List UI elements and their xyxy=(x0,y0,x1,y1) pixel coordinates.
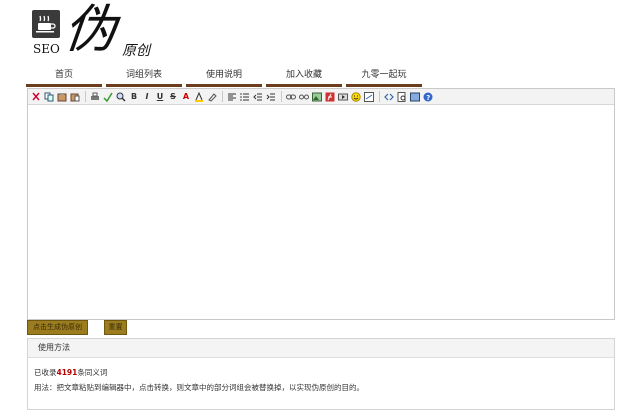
main-nav: 首页 词组列表 使用说明 加入收藏 九零一起玩 xyxy=(26,67,426,87)
special-char-icon[interactable] xyxy=(363,91,375,103)
unlink-icon[interactable] xyxy=(298,91,310,103)
preview-icon[interactable] xyxy=(396,91,408,103)
underline-icon[interactable]: U xyxy=(154,91,166,103)
nav-901-play[interactable]: 九零一起玩 xyxy=(346,67,422,87)
strike-icon[interactable]: S xyxy=(167,91,179,103)
synonym-count-suffix: 条同义词 xyxy=(77,368,108,377)
find-replace-icon[interactable] xyxy=(115,91,127,103)
editor-text-area[interactable] xyxy=(28,105,614,319)
synonym-count-prefix: 已收录 xyxy=(34,368,57,377)
paste-text-icon[interactable] xyxy=(69,91,81,103)
bg-color-icon[interactable] xyxy=(193,91,205,103)
media-icon[interactable] xyxy=(337,91,349,103)
cut-icon[interactable] xyxy=(30,91,42,103)
generate-button[interactable]: 点击生成伪原创 xyxy=(27,320,88,335)
spellcheck-icon[interactable] xyxy=(102,91,114,103)
usage-panel: 使用方法 已收录4191条同义词 用法：把文章粘贴到编辑器中，点击转换，则文章中… xyxy=(27,338,615,410)
nav-phrase-list[interactable]: 词组列表 xyxy=(106,67,182,87)
font-color-icon[interactable]: A xyxy=(180,91,192,103)
nav-home[interactable]: 首页 xyxy=(26,67,102,87)
site-logo[interactable]: SEO 伪 原创 xyxy=(30,0,160,63)
toolbar-separator xyxy=(85,91,86,102)
paste-icon[interactable] xyxy=(56,91,68,103)
italic-icon[interactable]: I xyxy=(141,91,153,103)
reset-button[interactable]: 重置 xyxy=(104,320,127,335)
toolbar-separator xyxy=(222,91,223,102)
flash-icon[interactable] xyxy=(324,91,336,103)
editor-toolbar: B I U S A ? xyxy=(28,89,614,105)
fullscreen-icon[interactable] xyxy=(409,91,421,103)
link-icon[interactable] xyxy=(285,91,297,103)
toolbar-separator xyxy=(281,91,282,102)
nav-add-favorite[interactable]: 加入收藏 xyxy=(266,67,342,87)
source-icon[interactable] xyxy=(383,91,395,103)
rich-text-editor: B I U S A ? xyxy=(27,88,615,320)
emoticon-icon[interactable] xyxy=(350,91,362,103)
remove-format-icon[interactable] xyxy=(206,91,218,103)
synonym-count-value: 4191 xyxy=(56,368,78,377)
bold-icon[interactable]: B xyxy=(128,91,140,103)
help-icon[interactable]: ? xyxy=(422,91,434,103)
toolbar-separator xyxy=(379,91,380,102)
copy-icon[interactable] xyxy=(43,91,55,103)
usage-instruction-text: 用法：把文章粘贴到编辑器中，点击转换，则文章中的部分词组会被替换掉，以实现伪原创… xyxy=(34,383,364,392)
indent-icon[interactable] xyxy=(265,91,277,103)
list-icon[interactable] xyxy=(239,91,251,103)
svg-text:?: ? xyxy=(426,94,430,102)
usage-panel-title: 使用方法 xyxy=(28,339,614,358)
logo-small-chars: 原创 xyxy=(122,43,150,59)
outdent-icon[interactable] xyxy=(252,91,264,103)
synonym-count-line: 已收录4191条同义词 xyxy=(34,367,107,378)
print-icon[interactable] xyxy=(89,91,101,103)
nav-usage-guide[interactable]: 使用说明 xyxy=(186,67,262,87)
coffee-cup-icon xyxy=(32,10,60,38)
image-icon[interactable] xyxy=(311,91,323,103)
align-left-icon[interactable] xyxy=(226,91,238,103)
logo-seo-text: SEO xyxy=(33,42,60,56)
logo-big-char: 伪 xyxy=(60,0,120,60)
